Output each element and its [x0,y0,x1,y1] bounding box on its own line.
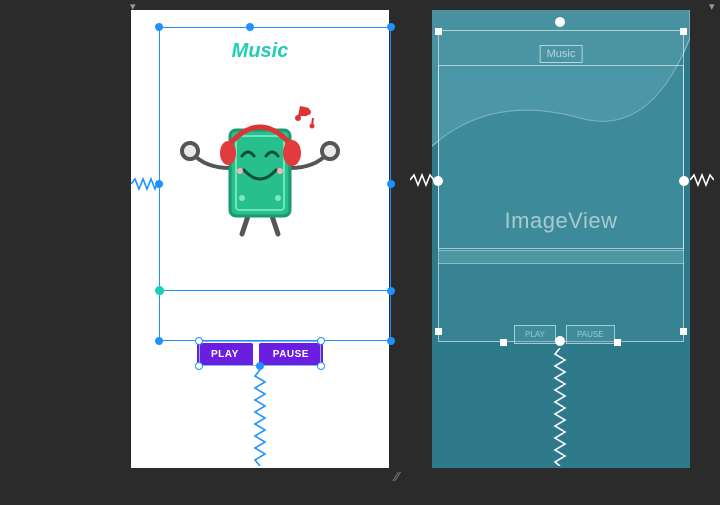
constraint-spring-icon [131,177,157,191]
selection-handle[interactable] [387,23,395,31]
constraint-spring-icon [253,370,267,466]
blueprint-handle[interactable] [679,176,689,186]
selection-handle[interactable] [256,362,264,370]
selection-handle[interactable] [387,287,395,295]
selection-outline-root[interactable] [159,27,391,341]
blueprint-handle[interactable] [680,28,687,35]
selection-handle[interactable] [155,337,163,345]
selection-handle[interactable] [195,337,203,345]
selection-handle[interactable] [317,362,325,370]
blueprint-imageview-label: ImageView [432,208,690,234]
blueprint-seekbar-outline[interactable] [438,250,684,264]
constraint-spring-icon [553,348,567,466]
blueprint-handle[interactable] [614,339,621,346]
baseline-indicator[interactable] [155,286,164,295]
blueprint-handle[interactable] [500,339,507,346]
selection-handle[interactable] [246,23,254,31]
selection-outline-seekbar[interactable] [159,290,391,291]
blueprint-title-label: Music [540,45,583,63]
blueprint-play-button[interactable]: PLAY [514,325,556,344]
blueprint-handle[interactable] [680,328,687,335]
blueprint-handle[interactable] [555,336,565,346]
selection-handle[interactable] [387,180,395,188]
selection-handle[interactable] [195,362,203,370]
blueprint-handle[interactable] [433,176,443,186]
blueprint-handle[interactable] [555,17,565,27]
blueprint-handle[interactable] [435,28,442,35]
blueprint-pause-button[interactable]: PAUSE [566,325,615,344]
filter-icon[interactable]: ▾ [709,0,715,13]
blueprint-handle[interactable] [435,328,442,335]
selection-handle[interactable] [387,337,395,345]
pane-resize-handle[interactable]: ⁄⁄ [395,469,399,484]
constraint-spring-icon [410,173,434,187]
layout-editor-canvas[interactable]: ▾ ▾ Music [0,0,720,505]
constraint-spring-icon [690,173,714,187]
selection-handle[interactable] [155,23,163,31]
selection-handle[interactable] [317,337,325,345]
